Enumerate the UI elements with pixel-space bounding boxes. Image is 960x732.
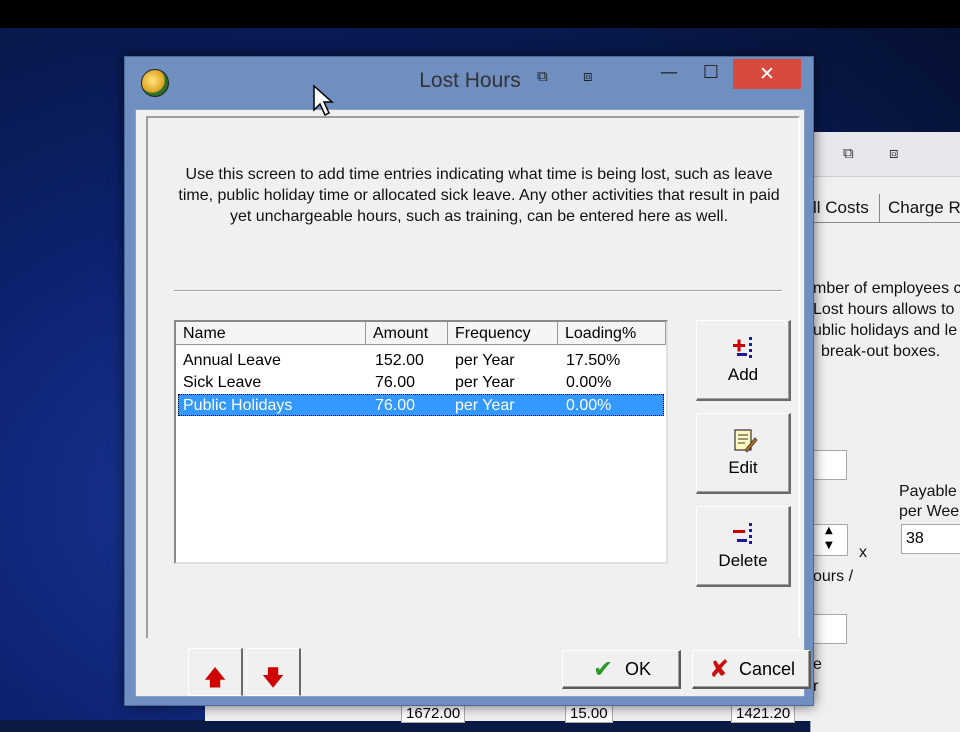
row-loading: 0.00% — [566, 397, 612, 414]
maximize-button[interactable]: ☐ — [689, 59, 733, 87]
column-header-frequency[interactable]: Frequency — [448, 322, 558, 345]
cascade-windows-icon[interactable]: ⧈ — [583, 67, 593, 85]
background-tabs: ll Costs Charge R — [811, 194, 960, 223]
dialog-body: Use this screen to add time entries indi… — [135, 109, 811, 697]
description-text: Use this screen to add time entries indi… — [178, 166, 780, 225]
delete-button[interactable]: Delete — [696, 506, 791, 587]
row-name: Sick Leave — [183, 374, 262, 391]
tab-charge-rates[interactable]: Charge R — [879, 194, 960, 222]
row-amount: 152.00 — [375, 352, 424, 369]
row-frequency: per Year — [455, 397, 515, 414]
add-button[interactable]: Add — [696, 320, 791, 401]
bg-text-line: mber of employees c — [813, 280, 960, 297]
bg-value-cell: 1421.20 — [731, 704, 796, 723]
multiply-label: x — [859, 544, 867, 561]
lost-hours-dialog: Lost Hours ⧉ ⧈ — ☐ ✕ Use this screen to … — [124, 56, 814, 706]
bg-value-cell: 1672.00 — [401, 704, 466, 723]
spinner-control[interactable]: ▲ ▼ — [810, 524, 848, 556]
app-logo-icon[interactable] — [141, 69, 169, 97]
list-row[interactable]: Annual Leave 152.00 per Year 17.50% — [178, 350, 664, 372]
background-toolbar: ⧉ ⧈ — [811, 132, 960, 177]
list-row[interactable]: Sick Leave 76.00 per Year 0.00% — [178, 372, 664, 394]
arrow-up-icon: 🡅 — [203, 666, 227, 691]
bg-value-cell: 15.00 — [565, 704, 613, 723]
bg-text-line: ublic holidays and le — [813, 322, 958, 339]
row-frequency: per Year — [455, 352, 515, 369]
cancel-button-label: Cancel — [739, 659, 796, 679]
divider — [174, 290, 782, 292]
row-name: Annual Leave — [183, 352, 281, 369]
cancel-button[interactable]: ✘ Cancel — [692, 650, 811, 689]
bg-e-label: e — [813, 656, 822, 673]
close-button[interactable]: ✕ — [733, 59, 801, 89]
title-bar[interactable]: Lost Hours ⧉ ⧈ — ☐ ✕ — [125, 57, 813, 105]
payable-per-week-input[interactable]: 38 — [901, 524, 960, 554]
minimize-button[interactable]: — — [647, 59, 691, 87]
move-up-button[interactable]: 🡅 — [188, 648, 243, 696]
add-button-label: Add — [727, 365, 759, 384]
spin-down-icon[interactable]: ▼ — [825, 540, 833, 551]
bg-text-line: break-out boxes. — [821, 343, 941, 360]
bg-text-line: Lost hours allows to — [813, 301, 955, 318]
list-header: Name Amount Frequency Loading% — [176, 322, 666, 346]
list-row-selected[interactable]: Public Holidays 76.00 per Year 0.00% — [178, 394, 664, 416]
spin-up-icon[interactable]: ▲ — [825, 525, 833, 536]
tab-payroll-costs[interactable]: ll Costs — [813, 194, 869, 222]
move-down-button[interactable]: 🡇 — [246, 648, 301, 696]
dialog-title: Lost Hours — [419, 69, 521, 92]
payable-per-week-label: Payable per Wee — [899, 483, 960, 520]
edit-entry-icon — [734, 429, 758, 453]
bg-input-1[interactable] — [809, 450, 847, 480]
delete-button-label: Delete — [718, 551, 768, 570]
edit-button[interactable]: Edit — [696, 413, 791, 494]
x-mark-icon: ✘ — [709, 655, 730, 683]
hours-label: ours / — [813, 568, 854, 585]
column-header-amount[interactable]: Amount — [366, 322, 448, 345]
row-amount: 76.00 — [375, 374, 416, 391]
bg-input-2[interactable] — [809, 614, 847, 644]
delete-entry-icon — [733, 523, 752, 544]
column-header-name[interactable]: Name — [176, 322, 366, 345]
column-header-loading[interactable]: Loading% — [558, 322, 666, 345]
checkmark-icon: ✔ — [593, 655, 614, 683]
mouse-cursor-icon — [313, 84, 334, 117]
window-restore-icon[interactable]: ⧈ — [889, 144, 907, 162]
lost-hours-list[interactable]: Name Amount Frequency Loading% Annual Le… — [174, 320, 668, 564]
background-window: ⧉ ⧈ ll Costs Charge R mber of employees … — [809, 132, 960, 732]
ok-button-label: OK — [625, 659, 652, 679]
row-loading: 17.50% — [566, 352, 621, 369]
add-entry-icon — [733, 337, 752, 358]
background-info-text: mber of employees c Lost hours allows to… — [813, 278, 960, 362]
row-loading: 0.00% — [566, 374, 612, 391]
row-name: Public Holidays — [183, 397, 293, 414]
row-frequency: per Year — [455, 374, 515, 391]
tile-windows-icon[interactable]: ⧉ — [537, 67, 548, 85]
arrow-down-icon: 🡇 — [261, 666, 285, 691]
row-amount: 76.00 — [375, 397, 416, 414]
window-tile-icon[interactable]: ⧉ — [843, 144, 861, 162]
edit-button-label: Edit — [728, 458, 758, 477]
ok-button[interactable]: ✔ OK — [562, 650, 681, 689]
